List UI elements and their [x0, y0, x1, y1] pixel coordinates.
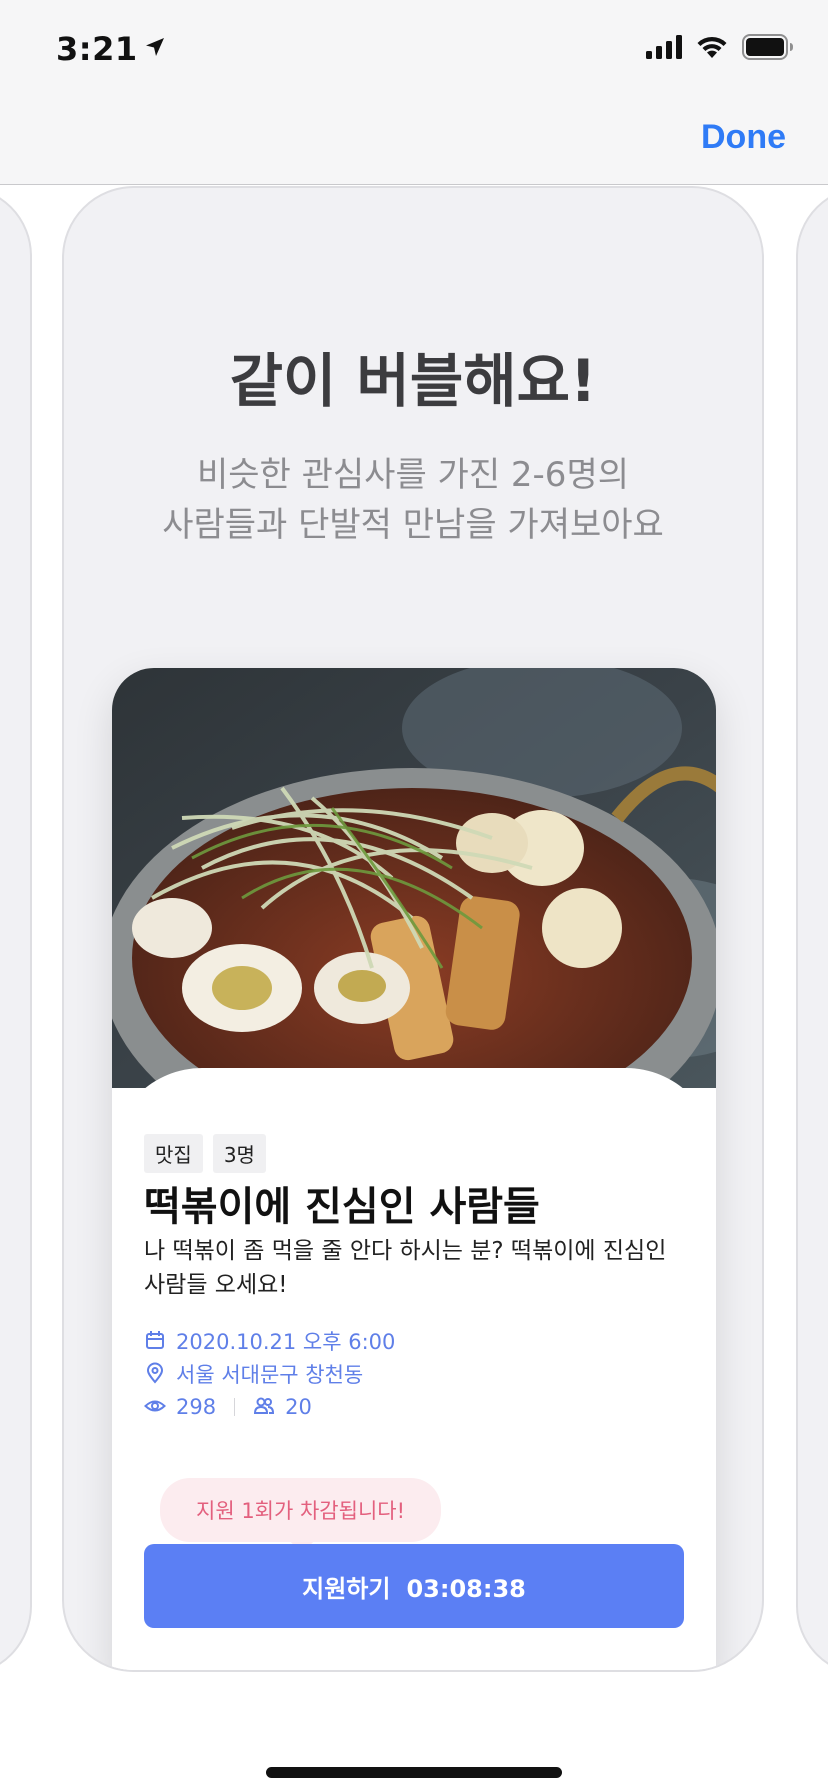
calendar-icon: [144, 1329, 168, 1353]
card-meta: 2020.10.21 오후 6:00 서울 서대문구 창천동 298 20: [144, 1324, 395, 1423]
cellular-signal-icon: [646, 35, 682, 63]
onboarding-slide: 같이 버블해요! 비슷한 관심사를 가진 2-6명의 사람들과 단발적 만남을 …: [62, 186, 764, 1672]
slide-subtitle-line-2: 사람들과 단발적 만남을 가져보아요: [162, 505, 664, 545]
meet-location-text: 서울 서대문구 창천동: [176, 1362, 364, 1387]
wifi-icon: [696, 35, 728, 63]
top-bar: 3:21 Done: [0, 0, 828, 185]
card-description: 나 떡볶이 좀 먹을 줄 안다 하시는 분? 떡볶이에 진심인 사람들 오세요!: [144, 1238, 667, 1298]
location-pin-icon: [144, 1362, 168, 1386]
member-count: 20: [285, 1394, 312, 1419]
slide-subtitle-line-1: 비슷한 관심사를 가진 2-6명의: [196, 455, 630, 495]
category-tag: 맛집: [144, 1134, 203, 1173]
home-indicator[interactable]: [266, 1767, 562, 1778]
apply-button[interactable]: 지원하기 03:08:38: [144, 1544, 684, 1628]
view-count: 298: [176, 1394, 217, 1419]
next-slide[interactable]: [796, 186, 828, 1676]
card-title: 떡볶이에 진심인 사람들: [144, 1184, 540, 1230]
stats-divider: [234, 1397, 236, 1416]
battery-icon: [742, 34, 794, 64]
tag-list: 맛집 3명: [144, 1134, 266, 1173]
apply-cost-tooltip: 지원 1회가 차감됩니다!: [160, 1478, 442, 1554]
card-info: 맛집 3명 떡볶이에 진심인 사람들 나 떡볶이 좀 먹을 줄 안다 하시는 분…: [112, 1068, 716, 1670]
slide-subtitle: 비슷한 관심사를 가진 2-6명의 사람들과 단발적 만남을 가져보아요: [64, 450, 762, 550]
previous-slide[interactable]: [0, 186, 32, 1676]
done-button[interactable]: Done: [701, 118, 786, 157]
screen: 3:21 Done 같이 버블해요! 비슷한 관심사를 가진 2-6명의 사람들…: [0, 0, 828, 1792]
slide-title: 같이 버블해요!: [229, 347, 597, 415]
eye-icon: [144, 1395, 168, 1419]
meet-datetime-text: 2020.10.21 오후 6:00: [176, 1329, 396, 1354]
status-time-text: 3:21: [56, 30, 138, 68]
status-time: 3:21: [56, 28, 166, 68]
card-stats: 298 20: [144, 1390, 395, 1423]
apply-button-label: 지원하기: [302, 1574, 391, 1603]
bubble-preview-card: 맛집 3명 떡볶이에 진심인 사람들 나 떡볶이 좀 먹을 줄 안다 하시는 분…: [112, 668, 716, 1670]
tteokbokki-photo: [112, 668, 716, 1088]
people-icon: [253, 1395, 277, 1419]
status-icons: [646, 34, 794, 64]
meet-datetime: 2020.10.21 오후 6:00: [144, 1324, 395, 1357]
apply-countdown: 03:08:38: [406, 1574, 526, 1603]
location-arrow-icon: [144, 28, 166, 66]
meet-location: 서울 서대문구 창천동: [144, 1357, 395, 1390]
member-count-tag: 3명: [212, 1134, 266, 1173]
